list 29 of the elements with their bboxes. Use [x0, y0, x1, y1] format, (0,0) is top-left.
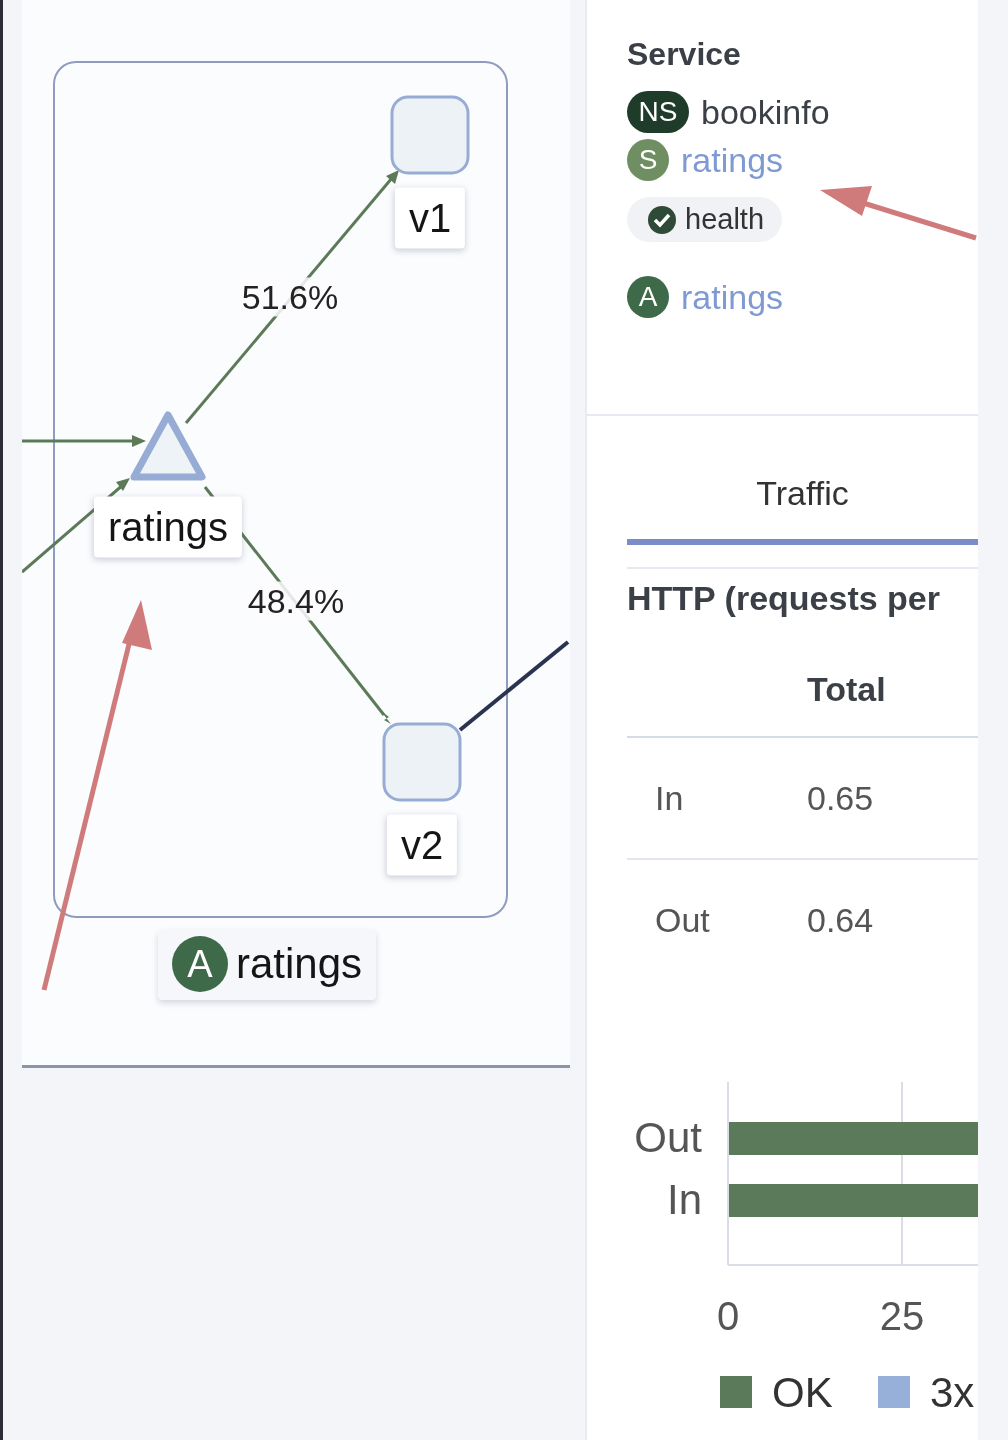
namespace-name: bookinfo: [701, 92, 830, 132]
check-icon: [647, 204, 677, 235]
node-label: ratings: [93, 496, 243, 558]
section-title: HTTP (requests per: [627, 567, 978, 618]
workload-node[interactable]: [382, 722, 462, 802]
axis-tick: 0: [716, 1294, 740, 1338]
node-label: v2: [386, 814, 458, 876]
traffic-tab[interactable]: Traffic: [627, 474, 978, 545]
namespace-badge: NS: [627, 91, 689, 133]
table-cell-text: In: [654, 778, 685, 818]
service-badge: S: [627, 139, 669, 181]
legend-label: 3x: [930, 1369, 975, 1416]
table-cell-text: 0.65: [806, 778, 875, 818]
table-cell-text: 0.64: [806, 900, 875, 940]
axis-label: In: [666, 1176, 702, 1223]
app-name: ratings: [236, 940, 363, 988]
axis-tick: 25: [879, 1294, 925, 1338]
service-node[interactable]: [130, 411, 206, 481]
app-badge: A: [627, 276, 669, 318]
app-badge: A: [172, 936, 228, 992]
axis-label: Out: [634, 1114, 702, 1161]
table-cell-text: Out: [654, 900, 711, 940]
node-label: v1: [394, 187, 466, 249]
panel-title: Service: [627, 36, 741, 73]
column-header: Total: [806, 669, 887, 709]
health-chip[interactable]: health: [627, 197, 782, 242]
workload-node[interactable]: [390, 95, 470, 175]
legend-label: OK: [772, 1369, 833, 1416]
health-label: health: [685, 203, 764, 236]
